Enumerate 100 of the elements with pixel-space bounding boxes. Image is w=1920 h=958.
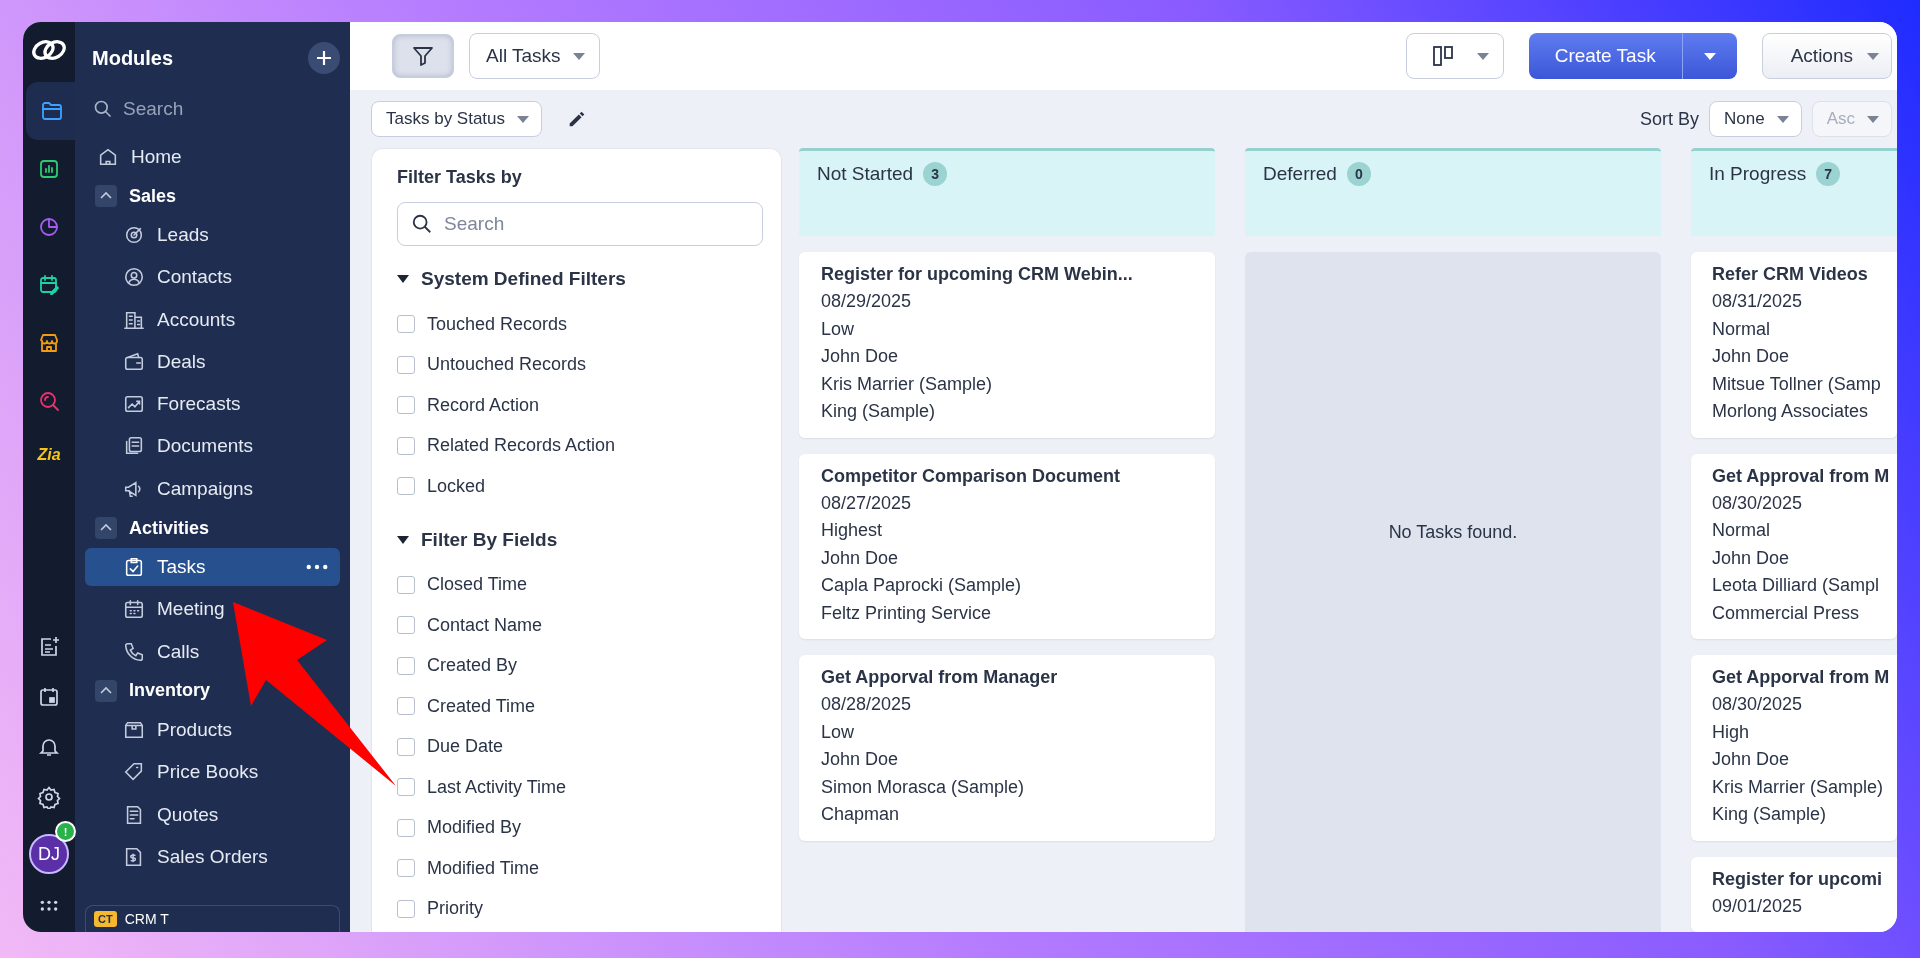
sort-by-label: Sort By: [1640, 108, 1699, 130]
search-icon: [411, 213, 433, 235]
calendar-icon[interactable]: [37, 685, 61, 709]
sidebar-item[interactable]: Price Books: [85, 753, 271, 792]
sidebar-item[interactable]: Calls: [85, 632, 212, 671]
checkbox[interactable]: [397, 315, 415, 334]
sidebar-item[interactable]: Forecasts: [85, 385, 253, 424]
filter-option[interactable]: Modified By: [397, 807, 763, 848]
rail-item[interactable]: [26, 82, 78, 140]
pie-chart-icon: [37, 215, 61, 239]
wallet-icon: [123, 350, 145, 373]
filter-option[interactable]: Modified Time: [397, 848, 763, 889]
filter-option[interactable]: Contact Name: [397, 605, 763, 646]
caret-icon: [397, 275, 409, 283]
checkbox[interactable]: [397, 616, 415, 635]
layout-view-dropdown[interactable]: Tasks by Status: [371, 101, 543, 137]
checkbox[interactable]: [397, 737, 415, 756]
filter-option[interactable]: Created Time: [397, 686, 763, 727]
checkbox[interactable]: [397, 697, 415, 716]
filter-search-field[interactable]: Search: [397, 202, 763, 246]
sidebar-title: Modules: [92, 46, 174, 70]
home-icon: [97, 146, 119, 168]
sidebar-item[interactable]: Home: [85, 138, 194, 176]
filter-toggle-button[interactable]: [392, 34, 454, 78]
more-options-icon[interactable]: [306, 564, 328, 571]
sidebar-item[interactable]: Quotes: [85, 795, 231, 834]
layout-dropdown[interactable]: [1405, 33, 1504, 79]
task-card[interactable]: Get Approval from M 08/30/2025 Normal John Doe Leota Dilliard (Sampl Commercial Press: [1691, 453, 1897, 639]
workspace-name: CRM T: [124, 911, 169, 927]
task-card[interactable]: Register for upcoming CRM Webin... 08/29/2025 Low John Doe Kris Marrier (Sample) King (Sample): [799, 252, 1215, 438]
checkbox[interactable]: [397, 899, 415, 918]
view-dropdown[interactable]: All Tasks: [469, 33, 600, 79]
chevron-icon[interactable]: [95, 517, 117, 540]
task-detail: King (Sample): [821, 400, 937, 423]
notification-badge: !: [55, 821, 76, 842]
sidebar-item[interactable]: Tasks: [85, 548, 340, 587]
task-detail: 08/28/2025: [821, 693, 913, 716]
sidebar-item[interactable]: Sales Orders: [85, 837, 280, 876]
filter-option[interactable]: Created By: [397, 645, 763, 686]
task-card[interactable]: Get Apporval from Manager 08/28/2025 Low John Doe Simon Morasca (Sample) Chapman: [799, 655, 1215, 841]
filter-option[interactable]: Record Action: [397, 385, 763, 426]
checkbox[interactable]: [397, 818, 415, 837]
bar-chart-icon: [37, 157, 61, 181]
sidebar-item[interactable]: Accounts: [85, 300, 248, 339]
sidebar-group-header[interactable]: Activities: [85, 512, 340, 545]
filter-option[interactable]: Locked: [397, 466, 763, 507]
task-detail: King (Sample): [1712, 803, 1828, 826]
filter-section-header[interactable]: System Defined Filters: [397, 264, 763, 294]
task-card[interactable]: Refer CRM Videos 08/31/2025 Normal John Doe Mitsue Tollner (Samp Morlong Associates: [1691, 252, 1897, 438]
checkbox[interactable]: [397, 396, 415, 415]
task-card[interactable]: Competitor Comparison Document 08/27/2025 Highest John Doe Capla Paprocki (Sample) Feltz Printing Service: [799, 453, 1215, 639]
chevron-icon[interactable]: [95, 185, 117, 207]
task-detail: Highest: [821, 519, 884, 542]
sidebar-search-field[interactable]: Search: [121, 97, 305, 121]
sidebar-item[interactable]: Campaigns: [85, 469, 266, 508]
sidebar-item[interactable]: Meeting: [85, 590, 237, 629]
sidebar-group-header[interactable]: Sales: [85, 180, 340, 212]
checkbox[interactable]: [397, 656, 415, 675]
columns-icon: [1430, 44, 1455, 68]
checkbox[interactable]: [397, 859, 415, 878]
task-title: Get Apporval from M: [1712, 666, 1891, 689]
search-icon: [93, 99, 113, 119]
task-detail: Mitsue Tollner (Samp: [1712, 372, 1882, 396]
checkbox[interactable]: [397, 355, 415, 374]
sidebar-item[interactable]: Products: [85, 710, 244, 749]
filter-option[interactable]: Due Date: [397, 726, 763, 767]
create-options-button[interactable]: [1682, 33, 1737, 79]
create-task-button[interactable]: Create Task: [1528, 33, 1683, 79]
workspace-switcher[interactable]: CT CRM T: [85, 905, 340, 932]
filter-option[interactable]: Priority: [397, 888, 763, 929]
sidebar-item[interactable]: Leads: [85, 216, 221, 254]
column-title: Deferred: [1263, 162, 1337, 186]
task-detail: High: [1712, 720, 1751, 744]
task-detail: Commercial Press: [1712, 601, 1861, 625]
sort-field-dropdown[interactable]: None: [1709, 101, 1802, 137]
filter-option[interactable]: Related Records Action: [397, 425, 763, 466]
filter-option[interactable]: Last Activity Time: [397, 767, 763, 808]
zia-logo[interactable]: Zia: [37, 446, 61, 464]
filter-option[interactable]: Touched Records: [397, 304, 763, 345]
task-card[interactable]: Register for upcomi 09/01/2025: [1691, 856, 1897, 932]
sidebar-item[interactable]: Documents: [85, 427, 266, 466]
sidebar-item[interactable]: Deals: [85, 342, 218, 381]
checkbox[interactable]: [397, 575, 415, 594]
filter-option[interactable]: Untouched Records: [397, 344, 763, 385]
task-detail: 08/30/2025: [1712, 491, 1804, 515]
caret-icon: [1703, 52, 1716, 60]
add-icon[interactable]: [308, 42, 340, 74]
settings-icon[interactable]: [37, 785, 61, 809]
sidebar-group-header[interactable]: Inventory: [85, 674, 340, 707]
filter-section-header[interactable]: Filter By Fields: [397, 524, 763, 555]
checkbox[interactable]: [397, 436, 415, 455]
chevron-icon[interactable]: [95, 679, 117, 702]
actions-dropdown[interactable]: Actions: [1761, 33, 1892, 79]
task-detail: Morlong Associates: [1712, 400, 1870, 423]
magnifier-icon: [37, 389, 61, 413]
task-card[interactable]: Get Apporval from M 08/30/2025 High John Doe Kris Marrier (Sample) King (Sample): [1691, 655, 1897, 841]
checkbox[interactable]: [397, 477, 415, 496]
sidebar-item[interactable]: Contacts: [85, 258, 244, 297]
filter-option[interactable]: Closed Time: [397, 564, 763, 605]
checkbox[interactable]: [397, 778, 415, 797]
